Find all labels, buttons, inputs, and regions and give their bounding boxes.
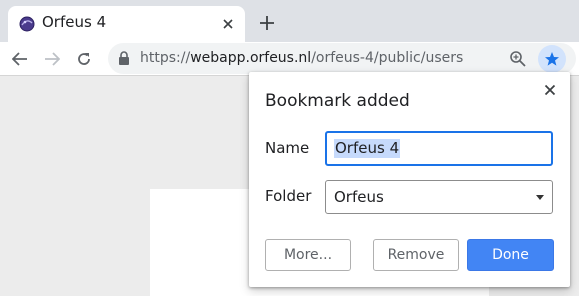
lock-icon: [119, 51, 129, 65]
bookmark-name-input[interactable]: Orfeus 4: [325, 131, 553, 166]
bookmark-name-value: Orfeus 4: [334, 139, 401, 158]
zoom-icon[interactable]: [509, 50, 527, 68]
forward-arrow-icon[interactable]: [41, 48, 63, 70]
done-button[interactable]: Done: [467, 239, 554, 271]
url-text: https://webapp.orfeus.nl/orfeus-4/public…: [140, 50, 463, 66]
browser-toolbar: https://webapp.orfeus.nl/orfeus-4/public…: [0, 42, 579, 76]
name-label: Name: [265, 139, 310, 157]
close-icon[interactable]: [542, 82, 558, 98]
folder-value: Orfeus: [334, 188, 384, 206]
bookmark-added-dialog: Bookmark added Name Orfeus 4 Folder Orfe…: [249, 72, 570, 287]
bookmark-star-icon[interactable]: [538, 45, 566, 73]
url-path: /orfeus-4/public/users: [311, 50, 464, 66]
tab-strip: Orfeus 4: [0, 0, 579, 42]
back-arrow-icon[interactable]: [9, 48, 31, 70]
remove-button[interactable]: Remove: [373, 239, 459, 271]
chevron-down-icon: [536, 195, 544, 200]
reload-icon[interactable]: [73, 48, 95, 70]
new-tab-icon[interactable]: [256, 12, 278, 34]
url-scheme: https://: [140, 50, 191, 66]
dialog-title: Bookmark added: [265, 91, 410, 111]
browser-tab[interactable]: Orfeus 4: [8, 6, 245, 42]
more-button[interactable]: More...: [265, 239, 351, 271]
tab-title: Orfeus 4: [42, 13, 107, 31]
close-tab-icon[interactable]: [219, 15, 237, 33]
folder-label: Folder: [265, 187, 312, 205]
folder-select[interactable]: Orfeus: [325, 180, 553, 214]
url-host: webapp.orfeus.nl: [190, 50, 312, 66]
orfeus-logo-icon: [19, 16, 35, 32]
address-bar[interactable]: https://webapp.orfeus.nl/orfeus-4/public…: [108, 43, 576, 74]
